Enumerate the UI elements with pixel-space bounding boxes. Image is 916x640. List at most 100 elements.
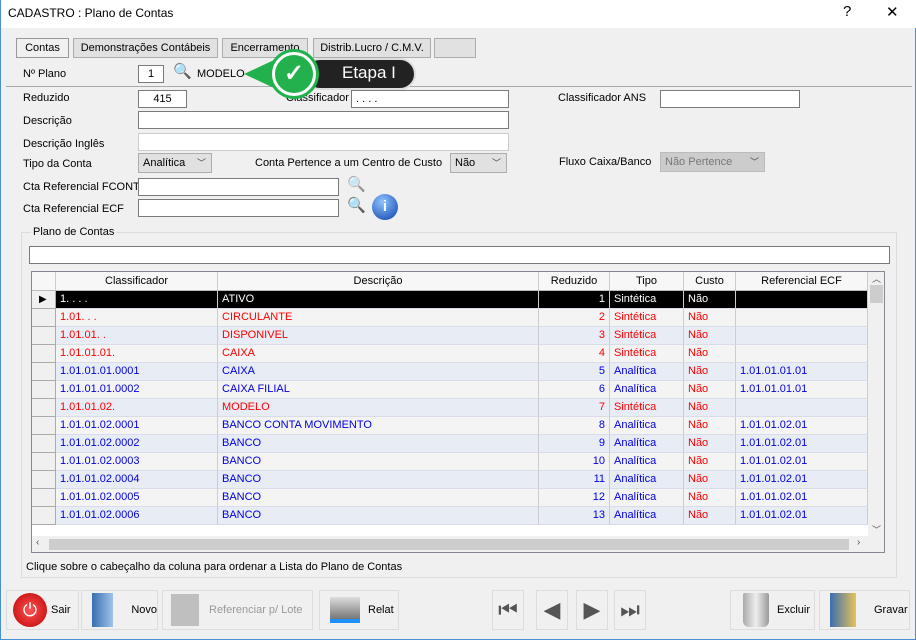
search-icon[interactable]: 🔍 [347,175,366,193]
scroll-thumb-h[interactable] [49,539,849,550]
table-row[interactable]: 1.01.01.02.0005BANCO12AnalíticaNão1.01.0… [32,489,868,507]
cell-custo: Não [684,309,736,327]
scroll-left-icon[interactable]: ‹ [36,537,39,548]
row-header[interactable] [32,489,56,507]
column-header-referencial-ecf[interactable]: Referencial ECF [736,272,868,291]
cell-tipo: Analítica [610,489,684,507]
excluir-button[interactable]: Excluir [730,590,815,630]
row-header[interactable]: ▶ [32,291,56,309]
column-header-descri-o[interactable]: Descrição [218,272,539,291]
last-record-button[interactable]: ⏭ [614,590,646,630]
column-header-classificador[interactable]: Classificador [56,272,218,291]
tipo-label: Tipo da Conta [23,158,92,170]
gravar-button[interactable]: Gravar [819,590,910,630]
fluxo-label: Fluxo Caixa/Banco [559,156,651,168]
table-row[interactable]: 1.01.01.02.0006BANCO13AnalíticaNão1.01.0… [32,507,868,525]
row-header[interactable] [32,453,56,471]
first-icon: ⏮ [498,597,518,623]
close-button[interactable]: ✕ [886,3,899,21]
search-icon[interactable]: 🔍 [173,62,192,80]
table-row[interactable]: 1.01.01.02.0004BANCO11AnalíticaNão1.01.0… [32,471,868,489]
search-icon[interactable]: 🔍 [347,196,366,214]
ans-input[interactable] [660,90,800,108]
sair-button[interactable]: ⏻Sair [6,590,79,630]
cell-tipo: Sintética [610,291,684,309]
table-row[interactable]: 1.01. . .CIRCULANTE2SintéticaNão [32,309,868,327]
fluxo-value: Não Pertence [665,156,732,168]
cell-classificador: 1. . . . [56,291,218,309]
vertical-scrollbar[interactable]: ︿ ﹀ [868,272,885,536]
row-header[interactable] [32,363,56,381]
next-icon: ▶ [584,597,601,623]
scroll-thumb[interactable] [870,285,883,303]
descricao-input[interactable] [138,111,509,129]
tab-demonstracoes[interactable]: Demonstrações Contábeis [73,38,218,58]
cell-descri-o: CIRCULANTE [218,309,539,327]
table-row[interactable]: 1.01.01.01.CAIXA4SintéticaNão [32,345,868,363]
column-header-custo[interactable]: Custo [684,272,736,291]
fcont-input[interactable] [138,178,339,196]
cell-tipo: Analítica [610,417,684,435]
cell-reduzido: 13 [539,507,610,525]
fluxo-select[interactable]: Não Pertence﹀ [660,152,765,172]
table-row[interactable]: 1.01.01.02.0001BANCO CONTA MOVIMENTO8Ana… [32,417,868,435]
horizontal-scrollbar[interactable]: ‹ › [32,536,885,553]
column-header-reduzido[interactable]: Reduzido [539,272,610,291]
prev-record-button[interactable]: ◀ [536,590,568,630]
row-header[interactable] [32,381,56,399]
relat-button[interactable]: Relat [319,590,399,630]
row-header[interactable] [32,507,56,525]
cell-custo: Não [684,399,736,417]
cell-custo: Não [684,453,736,471]
cell-tipo: Analítica [610,471,684,489]
last-icon: ⏭ [620,597,640,623]
chevron-down-icon: ﹀ [492,154,501,172]
novo-button[interactable]: Novo [81,590,158,630]
cell-descri-o: MODELO [218,399,539,417]
referenciar-button[interactable]: Referenciar p/ Lote [162,590,313,630]
grid-hint: Clique sobre o cabeçalho da coluna para … [26,561,402,573]
ecf-input[interactable] [138,199,339,217]
trash-icon [743,593,769,627]
row-header[interactable] [32,345,56,363]
row-header[interactable] [32,435,56,453]
folder-icon [92,593,113,627]
descricao-ingles-input[interactable] [138,133,509,151]
tipo-select[interactable]: Analítica﹀ [138,153,212,173]
scroll-right-icon[interactable]: › [857,537,860,548]
column-header-tipo[interactable]: Tipo [610,272,684,291]
table-row[interactable]: 1.01.01.01.0002CAIXA FILIAL6AnalíticaNão… [32,381,868,399]
tab-blank[interactable] [434,38,476,58]
scroll-up-icon[interactable]: ︿ [868,272,885,285]
tab-contas[interactable]: Contas [16,38,69,58]
first-record-button[interactable]: ⏮ [492,590,524,630]
cell-custo: Não [684,363,736,381]
centro-select[interactable]: Não﹀ [450,153,507,173]
info-icon[interactable]: i [372,194,398,220]
table-row[interactable]: 1.01.01.01.0001CAIXA5AnalíticaNão1.01.01… [32,363,868,381]
descricao-label: Descrição [23,115,72,127]
table-row[interactable]: 1.01.01.02.0002BANCO9AnalíticaNão1.01.01… [32,435,868,453]
cell-classificador: 1.01.01.01.0002 [56,381,218,399]
reduzido-input[interactable]: 415 [138,90,187,108]
scroll-down-icon[interactable]: ﹀ [868,523,885,536]
table-row[interactable]: ▶1. . . .ATIVO1SintéticaNão [32,291,868,309]
row-header[interactable] [32,309,56,327]
table-row[interactable]: 1.01.01.02.MODELO7SintéticaNão [32,399,868,417]
cell-custo: Não [684,489,736,507]
plano-input[interactable]: 1 [138,65,164,83]
row-header[interactable] [32,327,56,345]
row-header[interactable] [32,417,56,435]
row-header[interactable] [32,471,56,489]
cell-referencial-ecf [736,327,868,345]
plano-label: Nº Plano [23,68,66,80]
cubes-icon [171,594,199,626]
next-record-button[interactable]: ▶ [576,590,608,630]
filter-input[interactable] [29,246,890,264]
row-header[interactable] [32,399,56,417]
table-row[interactable]: 1.01.01. .DISPONIVEL3SintéticaNão [32,327,868,345]
help-button[interactable]: ? [843,3,851,20]
table-row[interactable]: 1.01.01.02.0003BANCO10AnalíticaNão1.01.0… [32,453,868,471]
cell-classificador: 1.01.01.01.0001 [56,363,218,381]
novo-label: Novo [131,604,157,616]
